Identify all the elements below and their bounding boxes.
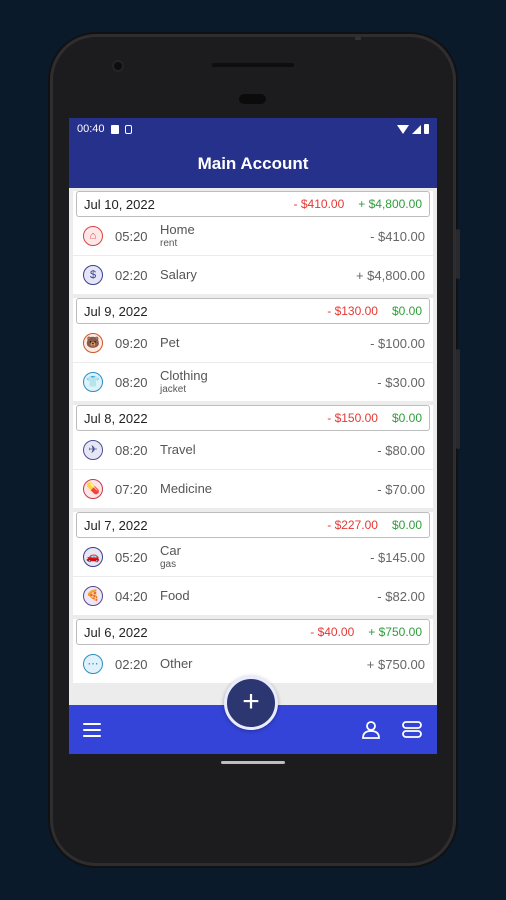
day-group: Jul 7, 2022 - $227.00 $0.00 🚗 05:20 Car gas - $… — [73, 512, 433, 616]
day-group: Jul 9, 2022 - $130.00 $0.00 🐻 09:20 Pet - $100… — [73, 298, 433, 402]
earpiece — [239, 94, 266, 104]
transaction-category: Pet — [160, 334, 180, 350]
screen: 00:40 Main Account Jul 10, 2022 - $410.00… — [69, 118, 437, 754]
status-bar: 00:40 — [69, 118, 437, 140]
transaction-row[interactable]: ✈ 08:20 Travel - $80.00 — [73, 431, 433, 470]
transaction-category: Other — [160, 655, 193, 671]
clothing-icon: 👕 — [83, 372, 103, 392]
transaction-time: 07:20 — [115, 481, 148, 497]
transaction-category: Car — [160, 542, 181, 558]
page-title: Main Account — [197, 154, 309, 173]
travel-icon: ✈ — [83, 440, 103, 460]
transaction-row[interactable]: 👕 08:20 Clothing jacket - $30.00 — [73, 363, 433, 402]
transaction-time: 08:20 — [115, 374, 148, 390]
salary-icon: $ — [83, 265, 103, 285]
day-group: Jul 6, 2022 - $40.00 + $750.00 ⋯ 02:20 Other +… — [73, 619, 433, 684]
plus-icon: + — [242, 684, 260, 718]
day-income-total: $0.00 — [391, 304, 422, 318]
other-icon: ⋯ — [83, 654, 103, 674]
transaction-row[interactable]: 🚗 05:20 Car gas - $145.00 — [73, 538, 433, 577]
day-date: Jul 10, 2022 — [84, 196, 155, 212]
front-camera — [114, 62, 122, 70]
transaction-time: 04:20 — [115, 588, 148, 604]
day-group: Jul 10, 2022 - $410.00 + $4,800.00 ⌂ 05:20 Ho… — [73, 191, 433, 295]
transaction-time: 09:20 — [115, 335, 148, 351]
transaction-time: 08:20 — [115, 442, 148, 458]
transaction-category: Travel — [160, 441, 196, 457]
transaction-time: 05:20 — [115, 549, 148, 565]
menu-icon[interactable] — [83, 722, 101, 737]
day-expense-total: - $227.00 — [327, 518, 378, 532]
accounts-icon[interactable] — [401, 720, 423, 740]
transaction-category: Food — [160, 587, 190, 603]
transaction-amount: + $750.00 — [366, 656, 425, 672]
transaction-row[interactable]: 🐻 09:20 Pet - $100.00 — [73, 324, 433, 363]
transaction-category: Home — [160, 221, 195, 237]
app-bar: Main Account — [69, 140, 437, 188]
transaction-note: gas — [160, 558, 177, 570]
car-icon: 🚗 — [83, 547, 103, 567]
medicine-icon: 💊 — [83, 479, 103, 499]
transaction-note: rent — [160, 237, 178, 249]
notification-icon — [110, 124, 119, 134]
day-income-total: + $4,800.00 — [358, 197, 422, 211]
transaction-amount: - $100.00 — [370, 335, 425, 351]
volume-button — [456, 349, 460, 449]
transaction-category: Clothing — [160, 367, 208, 383]
transaction-amount: - $80.00 — [377, 442, 425, 458]
day-expense-total: - $130.00 — [327, 304, 378, 318]
day-header[interactable]: Jul 10, 2022 - $410.00 + $4,800.00 — [76, 191, 430, 217]
transaction-time: 02:20 — [115, 656, 148, 672]
transaction-time: 02:20 — [115, 267, 148, 283]
day-expense-total: - $410.00 — [293, 197, 345, 211]
transaction-amount: - $70.00 — [377, 481, 425, 497]
day-income-total: $0.00 — [391, 518, 422, 532]
transaction-amount: - $410.00 — [370, 228, 425, 244]
day-date: Jul 9, 2022 — [84, 303, 148, 319]
day-header[interactable]: Jul 9, 2022 - $130.00 $0.00 — [76, 298, 430, 324]
transaction-amount: - $145.00 — [370, 549, 425, 565]
wifi-icon — [397, 124, 409, 134]
transaction-amount: - $30.00 — [377, 374, 425, 390]
pet-icon: 🐻 — [83, 333, 103, 353]
transaction-note: jacket — [160, 383, 187, 395]
microphone — [355, 37, 361, 40]
profile-icon[interactable] — [361, 720, 381, 740]
transaction-category: Salary — [160, 266, 197, 282]
top-speaker — [212, 63, 294, 67]
transaction-category: Medicine — [160, 480, 213, 496]
day-expense-total: - $40.00 — [310, 625, 355, 639]
transaction-row[interactable]: 🍕 04:20 Food - $82.00 — [73, 577, 433, 616]
transaction-row[interactable]: 💊 07:20 Medicine - $70.00 — [73, 470, 433, 509]
day-date: Jul 6, 2022 — [84, 624, 148, 640]
day-date: Jul 8, 2022 — [84, 410, 148, 426]
day-income-total: + $750.00 — [368, 625, 422, 639]
home-icon: ⌂ — [83, 226, 103, 246]
transaction-amount: - $82.00 — [377, 588, 425, 604]
transaction-amount: + $4,800.00 — [355, 267, 425, 283]
day-header[interactable]: Jul 6, 2022 - $40.00 + $750.00 — [76, 619, 430, 645]
transaction-time: 05:20 — [115, 228, 148, 244]
signal-icon — [412, 124, 421, 134]
transaction-list[interactable]: Jul 10, 2022 - $410.00 + $4,800.00 ⌂ 05:20 Ho… — [69, 188, 437, 705]
day-group: Jul 8, 2022 - $150.00 $0.00 ✈ 08:20 Travel - $… — [73, 405, 433, 509]
add-transaction-button[interactable]: + — [224, 676, 278, 730]
day-header[interactable]: Jul 8, 2022 - $150.00 $0.00 — [76, 405, 430, 431]
day-expense-total: - $150.00 — [327, 411, 378, 425]
day-date: Jul 7, 2022 — [84, 517, 148, 533]
sim-icon — [124, 124, 132, 134]
power-button — [456, 229, 460, 279]
battery-icon — [424, 124, 429, 134]
transaction-row[interactable]: $02:20 Salary + $4,800.00 — [73, 256, 433, 295]
day-header[interactable]: Jul 7, 2022 - $227.00 $0.00 — [76, 512, 430, 538]
food-icon: 🍕 — [83, 586, 103, 606]
transaction-row[interactable]: ⌂ 05:20 Home rent - $410.00 — [73, 217, 433, 256]
day-income-total: $0.00 — [391, 411, 422, 425]
clock: 00:40 — [77, 123, 105, 135]
home-indicator — [221, 761, 285, 764]
